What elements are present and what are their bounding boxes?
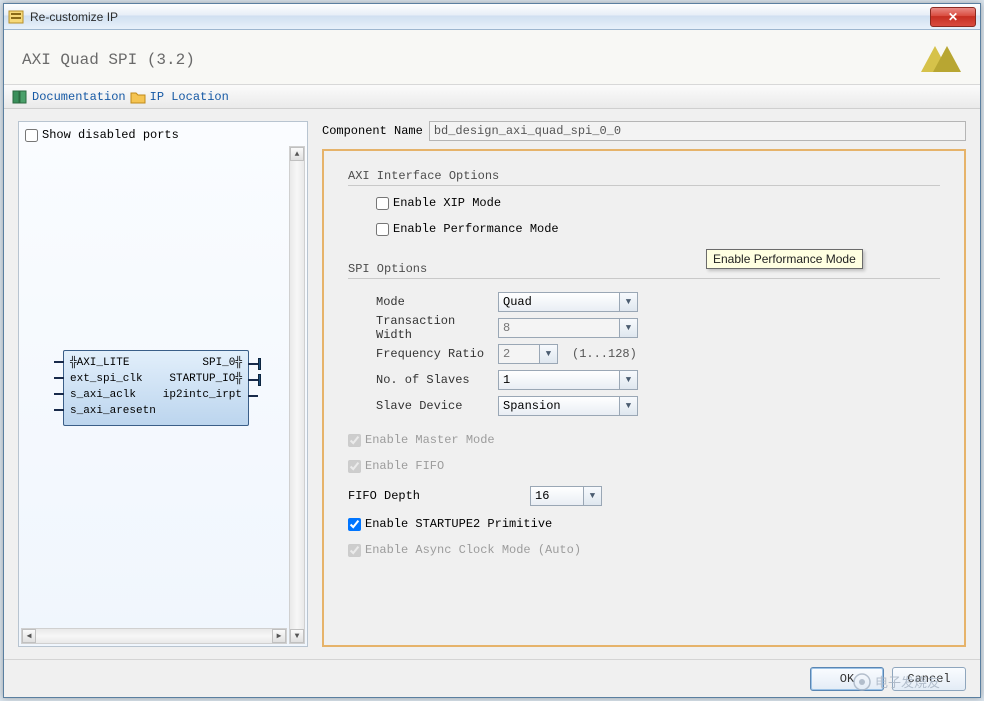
show-disabled-ports-label: Show disabled ports xyxy=(42,128,179,142)
port-ext-spi-clk: ext_spi_clk xyxy=(70,373,143,385)
freq-label: Frequency Ratio xyxy=(376,347,490,361)
slave-device-value: Spansion xyxy=(503,399,561,413)
slave-device-label: Slave Device xyxy=(376,399,490,413)
ip-block-diagram: ╬AXI_LITE SPI_0╬ ext_spi_clk STARTUP_IO╬… xyxy=(63,350,249,426)
enable-xip-checkbox[interactable]: Enable XIP Mode xyxy=(376,196,940,210)
port-ip2intc: ip2intc_irpt xyxy=(163,389,242,401)
book-icon xyxy=(12,89,28,105)
enable-xip-label: Enable XIP Mode xyxy=(393,196,501,210)
chevron-down-icon: ▼ xyxy=(583,487,601,505)
txwidth-label: Transaction Width xyxy=(376,314,490,342)
scroll-up-icon[interactable]: ▲ xyxy=(290,147,304,161)
window-title: Re-customize IP xyxy=(30,10,930,24)
dialog-header: AXI Quad SPI (3.2) xyxy=(4,30,980,85)
component-name-row: Component Name xyxy=(322,121,966,141)
divider xyxy=(348,278,940,279)
enable-master-checkbox: Enable Master Mode xyxy=(348,433,940,447)
ok-button[interactable]: OK xyxy=(810,667,884,691)
divider xyxy=(348,185,940,186)
fifo-depth-combo[interactable]: 16 ▼ xyxy=(530,486,602,506)
preview-horizontal-scrollbar[interactable]: ◀ ▶ xyxy=(21,628,287,644)
slave-device-combo[interactable]: Spansion ▼ xyxy=(498,396,638,416)
cancel-button[interactable]: Cancel xyxy=(892,667,966,691)
enable-perf-input[interactable] xyxy=(376,223,389,236)
freq-row: Frequency Ratio 2 ▼ (1...128) xyxy=(376,341,940,367)
chevron-down-icon: ▼ xyxy=(619,371,637,389)
vendor-logo-icon xyxy=(920,44,962,76)
options-frame: AXI Interface Options Enable XIP Mode En… xyxy=(322,149,966,647)
documentation-label: Documentation xyxy=(32,90,126,104)
freq-combo[interactable]: 2 ▼ xyxy=(498,344,558,364)
dialog-footer: OK Cancel 电子发烧友 xyxy=(4,659,980,697)
scroll-left-icon[interactable]: ◀ xyxy=(22,629,36,643)
enable-xip-input[interactable] xyxy=(376,197,389,210)
show-disabled-ports-checkbox[interactable]: Show disabled ports xyxy=(25,128,301,142)
mode-value: Quad xyxy=(503,295,532,309)
chevron-down-icon: ▼ xyxy=(619,319,637,337)
ok-label: OK xyxy=(840,672,854,686)
show-disabled-ports-input[interactable] xyxy=(25,129,38,142)
port-startup-io: STARTUP_IO╬ xyxy=(169,373,242,385)
txwidth-row: Transaction Width 8 ▼ xyxy=(376,315,940,341)
ip-block: ╬AXI_LITE SPI_0╬ ext_spi_clk STARTUP_IO╬… xyxy=(63,350,249,426)
component-name-label: Component Name xyxy=(322,124,423,138)
ip-location-link[interactable]: IP Location xyxy=(130,89,229,105)
enable-master-input xyxy=(348,434,361,447)
chevron-down-icon: ▼ xyxy=(619,293,637,311)
folder-icon xyxy=(130,89,146,105)
fifo-depth-label: FIFO Depth xyxy=(348,489,522,503)
enable-startupe2-label: Enable STARTUPE2 Primitive xyxy=(365,517,552,531)
scroll-right-icon[interactable]: ▶ xyxy=(272,629,286,643)
enable-fifo-input xyxy=(348,460,361,473)
fifo-depth-value: 16 xyxy=(535,489,549,503)
re-customize-ip-window: Re-customize IP ✕ AXI Quad SPI (3.2) Doc… xyxy=(3,3,981,698)
toolbar: Documentation IP Location xyxy=(4,85,980,109)
close-icon: ✕ xyxy=(948,10,958,24)
txwidth-value: 8 xyxy=(503,321,510,335)
preview-vertical-scrollbar[interactable]: ▲ ▼ xyxy=(289,146,305,644)
tooltip-performance-mode: Enable Performance Mode xyxy=(706,249,863,269)
txwidth-combo[interactable]: 8 ▼ xyxy=(498,318,638,338)
port-s-axi-aresetn: s_axi_aresetn xyxy=(70,405,156,417)
port-axi-lite: ╬AXI_LITE xyxy=(70,357,129,369)
mode-row: Mode Quad ▼ xyxy=(376,289,940,315)
freq-value: 2 xyxy=(503,347,510,361)
window-close-button[interactable]: ✕ xyxy=(930,7,976,27)
port-spi0: SPI_0╬ xyxy=(202,357,242,369)
component-name-input[interactable] xyxy=(429,121,966,141)
chevron-down-icon: ▼ xyxy=(619,397,637,415)
axi-section-title: AXI Interface Options xyxy=(348,169,940,183)
slaves-row: No. of Slaves 1 ▼ xyxy=(376,367,940,393)
enable-async-checkbox: Enable Async Clock Mode (Auto) xyxy=(348,543,940,557)
titlebar: Re-customize IP ✕ xyxy=(4,4,980,30)
cancel-label: Cancel xyxy=(907,672,950,686)
slave-device-row: Slave Device Spansion ▼ xyxy=(376,393,940,419)
fifo-depth-row: FIFO Depth 16 ▼ xyxy=(348,483,940,509)
page-title: AXI Quad SPI (3.2) xyxy=(22,51,920,69)
port-s-axi-aclk: s_axi_aclk xyxy=(70,389,136,401)
slaves-combo[interactable]: 1 ▼ xyxy=(498,370,638,390)
enable-fifo-label: Enable FIFO xyxy=(365,459,444,473)
enable-startupe2-checkbox[interactable]: Enable STARTUPE2 Primitive xyxy=(348,517,940,531)
documentation-link[interactable]: Documentation xyxy=(12,89,126,105)
enable-perf-checkbox[interactable]: Enable Performance Mode xyxy=(376,222,940,236)
chevron-down-icon: ▼ xyxy=(539,345,557,363)
mode-label: Mode xyxy=(376,295,490,309)
ip-location-label: IP Location xyxy=(150,90,229,104)
app-icon xyxy=(8,9,24,25)
slaves-value: 1 xyxy=(503,373,510,387)
enable-fifo-checkbox: Enable FIFO xyxy=(348,459,940,473)
content-area: Show disabled ports ╬AXI_LITE SPI_0╬ xyxy=(4,109,980,659)
block-preview-pane: Show disabled ports ╬AXI_LITE SPI_0╬ xyxy=(18,121,308,647)
enable-startupe2-input[interactable] xyxy=(348,518,361,531)
scroll-down-icon[interactable]: ▼ xyxy=(290,629,304,643)
enable-perf-label: Enable Performance Mode xyxy=(393,222,559,236)
mode-combo[interactable]: Quad ▼ xyxy=(498,292,638,312)
freq-range-hint: (1...128) xyxy=(572,347,637,361)
options-pane: Component Name AXI Interface Options Ena… xyxy=(322,121,966,647)
enable-async-input xyxy=(348,544,361,557)
enable-async-label: Enable Async Clock Mode (Auto) xyxy=(365,543,581,557)
slaves-label: No. of Slaves xyxy=(376,373,490,387)
enable-master-label: Enable Master Mode xyxy=(365,433,495,447)
